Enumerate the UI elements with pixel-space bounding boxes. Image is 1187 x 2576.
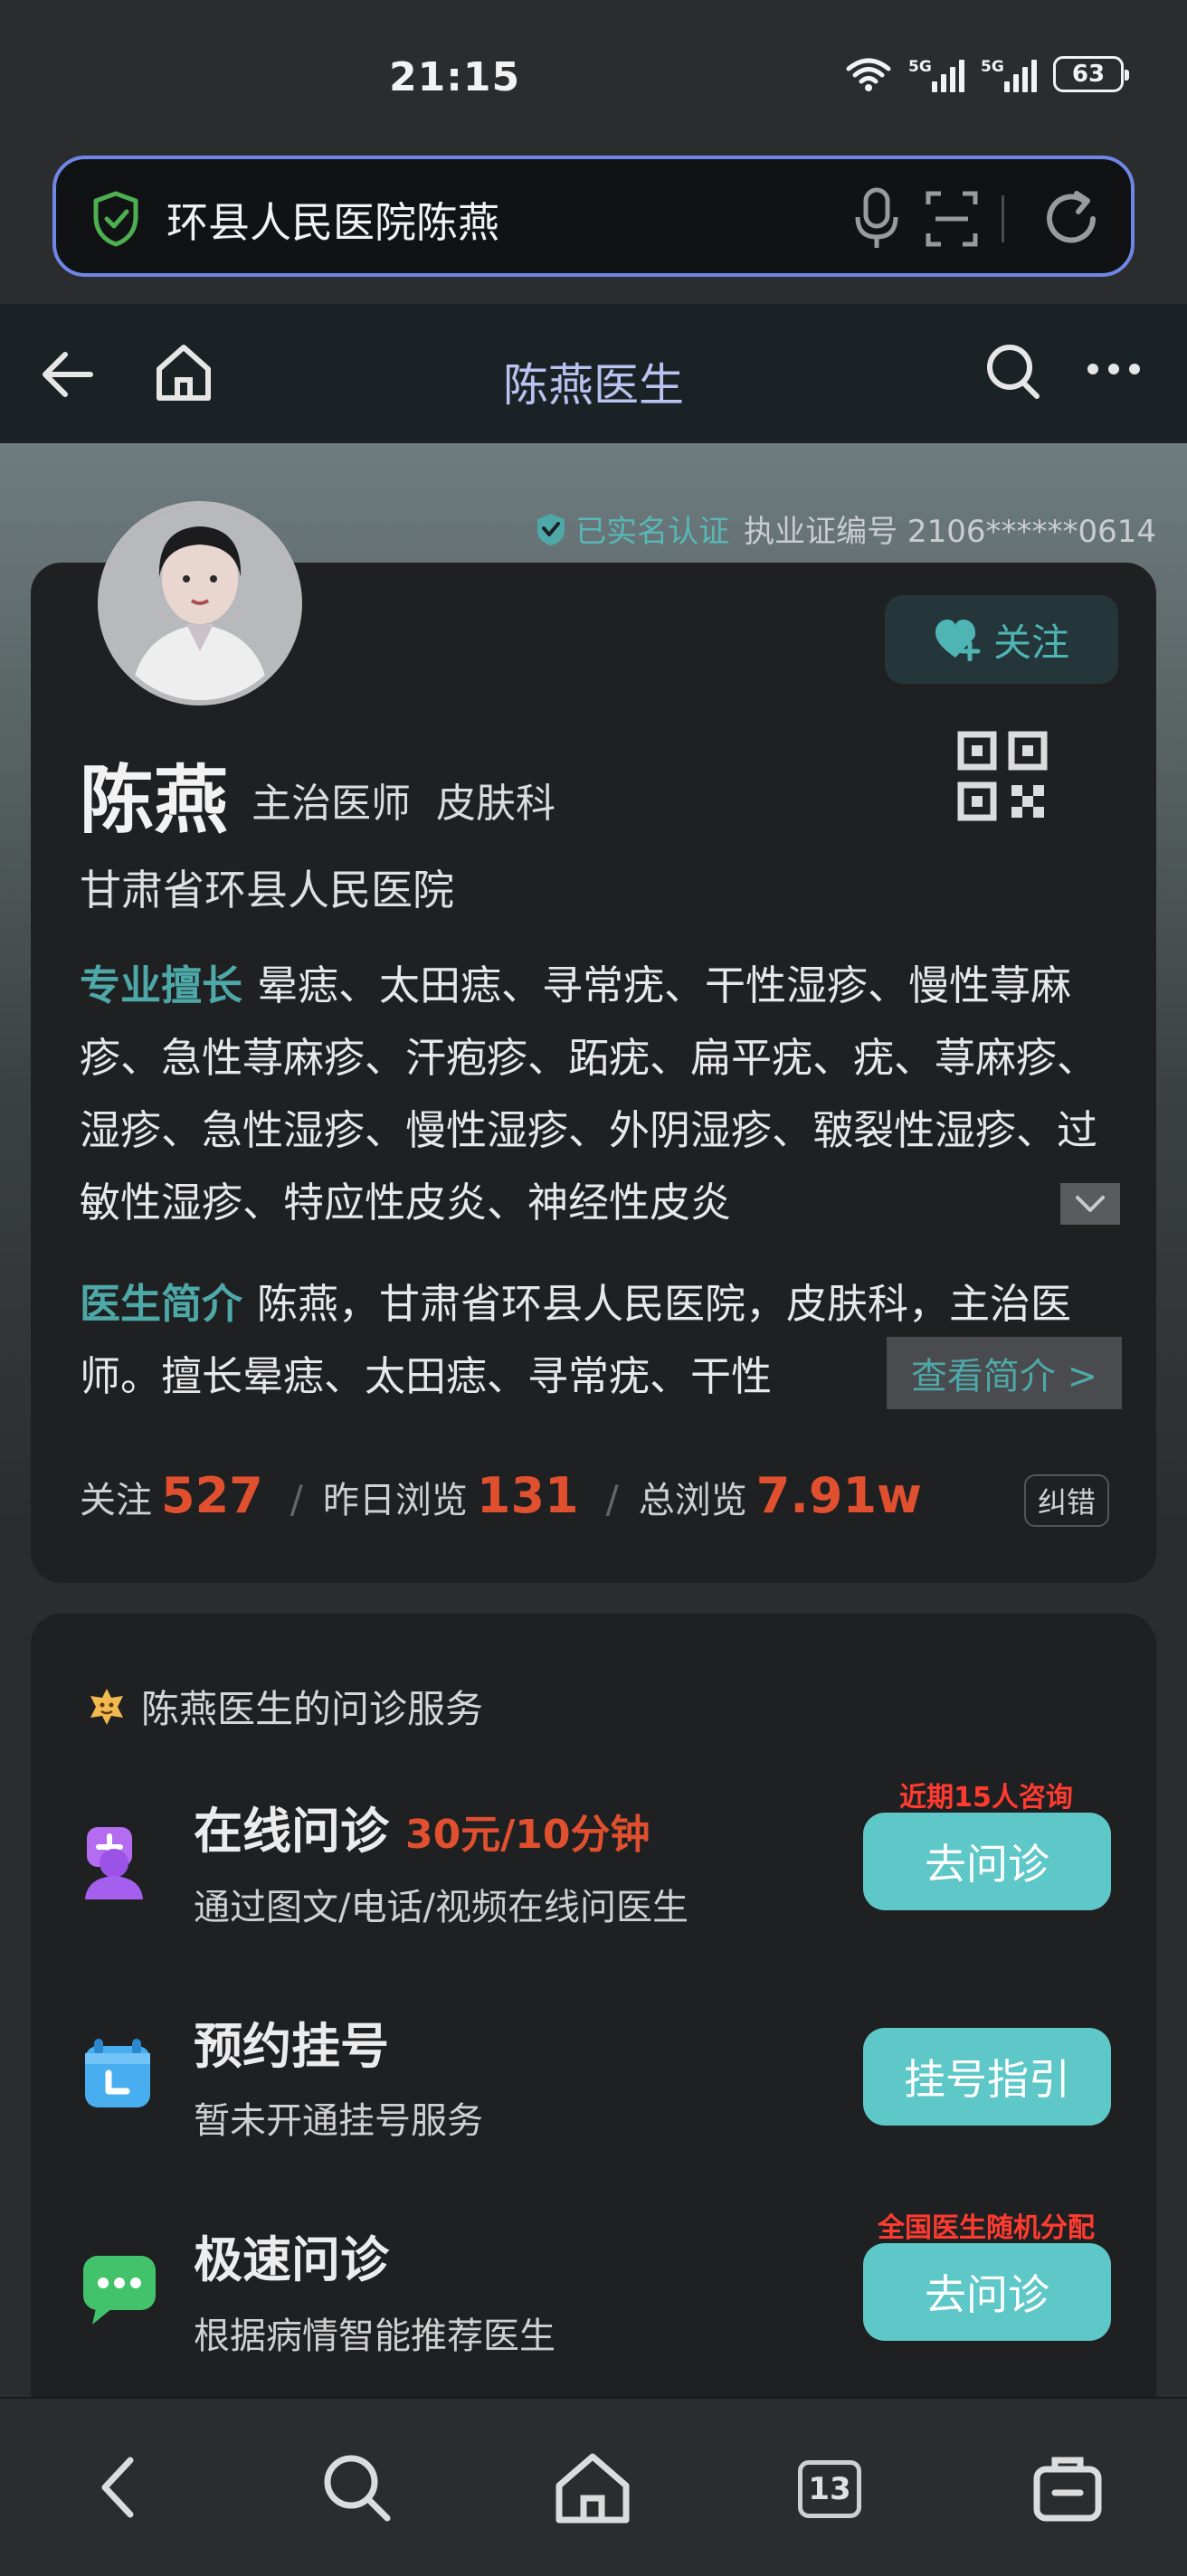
services-header: 陈燕医生的问诊服务 [87, 1679, 483, 1734]
stats-row: 关注 527 / 昨日浏览 131 / 总浏览 7.91w [80, 1467, 935, 1524]
chevron-down-icon [1076, 1196, 1105, 1212]
nav-home-icon[interactable] [554, 2449, 631, 2525]
view-intro-button[interactable]: 查看简介 > [887, 1337, 1122, 1409]
service-online-tip: 近期15人咨询 [899, 1782, 1073, 1814]
yesterday-views-label: 昨日浏览 [322, 1480, 468, 1521]
calendar-icon [85, 2039, 150, 2107]
heart-plus-icon [935, 620, 981, 661]
status-time: 21:15 [389, 54, 521, 100]
online-consult-button[interactable]: 去问诊 [863, 1813, 1111, 1910]
doctor-title: 主治医师 皮肤科 [252, 781, 556, 827]
search-query: 环县人民医院陈燕 [166, 198, 499, 247]
battery-level: 63 [1071, 61, 1106, 88]
service-quick-subtitle: 根据病情智能推荐医生 [194, 2316, 556, 2357]
doctor-name: 陈燕 [80, 758, 229, 844]
services-title: 陈燕医生的问诊服务 [141, 1687, 484, 1731]
verification-row: 已实名认证 执业证编号 2106******0614 [534, 507, 1156, 551]
signal-icon-2: 5G [981, 56, 1037, 92]
service-quick-title: 极速问诊 [194, 2231, 389, 2288]
service-online-price: 30元/10分钟 [405, 1812, 650, 1858]
more-icon[interactable] [1086, 351, 1142, 387]
microphone-icon[interactable] [852, 186, 901, 251]
online-consult-icon [85, 1827, 143, 1899]
follow-count: 527 [161, 1467, 263, 1524]
service-booking-subtitle: 暂未开通挂号服务 [194, 2100, 483, 2142]
service-online-name: 在线问诊 [194, 1803, 389, 1860]
signal-icon-1: 5G [908, 56, 964, 92]
hospital-name: 甘肃省环县人民医院 [80, 866, 454, 914]
doctor-avatar [98, 501, 302, 706]
stat-separator: / [290, 1477, 303, 1521]
expertise-label: 专业擅长 [80, 961, 243, 1009]
status-icons: 5G 5G 63 [845, 56, 1129, 92]
page-header: 陈燕医生 [0, 304, 1187, 443]
nav-toolbox-icon[interactable] [1031, 2449, 1104, 2525]
wifi-icon [846, 58, 891, 91]
service-online-subtitle: 通过图文/电话/视频在线问医生 [194, 1887, 688, 1928]
network-type-1: 5G [908, 58, 932, 76]
license-number: 执业证编号 2106******0614 [744, 514, 1156, 550]
follow-count-label: 关注 [80, 1480, 152, 1521]
service-quick-tip: 全国医生随机分配 [878, 2212, 1095, 2244]
shield-check-icon [93, 191, 138, 247]
service-booking-title: 预约挂号 [194, 2018, 389, 2075]
doctor-badge-icon [90, 1688, 123, 1725]
status-bar: 21:15 5G 5G 63 [0, 0, 1187, 154]
search-icon[interactable] [984, 342, 1042, 403]
tabs-count-button[interactable]: 13 [798, 2460, 861, 2518]
follow-label: 关注 [992, 620, 1069, 665]
expertise-section: 专业擅长 晕痣、太田痣、寻常疣、干性湿疹、慢性荨麻疹、急性荨麻疹、汗疱疹、跖疣、扁… [80, 950, 1102, 1239]
bottom-navigation [0, 2397, 1187, 2576]
service-online-title: 在线问诊 30元/10分钟 [194, 1791, 650, 1862]
yesterday-views: 131 [476, 1467, 579, 1524]
correction-button[interactable]: 纠错 [1024, 1474, 1109, 1527]
expand-expertise-button[interactable] [1060, 1183, 1120, 1225]
network-type-2: 5G [981, 58, 1004, 76]
search-divider [1002, 195, 1004, 242]
total-views: 7.91w [755, 1467, 922, 1524]
scan-icon[interactable] [923, 186, 981, 251]
stat-separator: / [605, 1477, 619, 1521]
nav-search-icon[interactable] [318, 2449, 394, 2525]
refresh-icon[interactable] [1040, 186, 1104, 251]
booking-guide-button[interactable]: 挂号指引 [863, 2028, 1111, 2126]
total-views-label: 总浏览 [638, 1480, 747, 1521]
follow-button[interactable]: 关注 [885, 595, 1118, 684]
nav-back-icon[interactable] [90, 2449, 145, 2525]
search-input[interactable]: 环县人民医院陈燕 [52, 156, 1135, 277]
chat-bubble-icon [83, 2256, 156, 2325]
verified-label: 已实名认证 [575, 514, 730, 550]
qr-code-icon[interactable] [957, 731, 1048, 821]
intro-label: 医生简介 [80, 1280, 243, 1328]
battery-icon: 63 [1053, 56, 1129, 92]
quick-consult-button[interactable]: 去问诊 [863, 2243, 1111, 2341]
doctor-portrait-image [103, 507, 297, 700]
verified-badge-icon [537, 513, 565, 545]
